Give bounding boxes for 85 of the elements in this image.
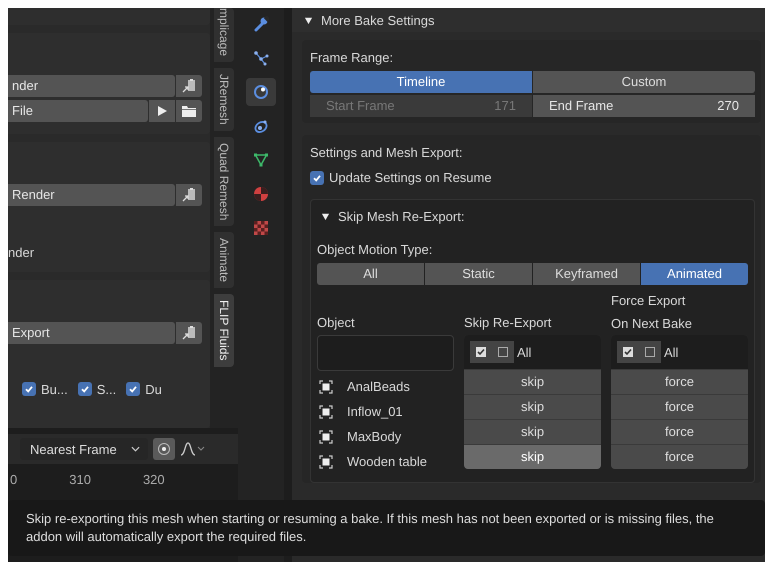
checkbox[interactable] bbox=[78, 382, 92, 396]
frame-number: 310 bbox=[69, 472, 91, 487]
all-label: All bbox=[664, 344, 678, 360]
force-button[interactable]: force bbox=[611, 420, 748, 444]
object-name: AnalBeads bbox=[347, 379, 410, 394]
frame-range-label: Frame Range: bbox=[310, 50, 394, 65]
render-button[interactable]: Render bbox=[8, 184, 175, 206]
check-all-icon[interactable] bbox=[617, 341, 639, 363]
nodes-icon bbox=[253, 50, 269, 66]
panel-title: More Bake Settings bbox=[321, 12, 434, 28]
interpolation-dropdown[interactable]: Nearest Frame bbox=[20, 438, 148, 460]
checkbox-label: Bu... bbox=[41, 382, 68, 397]
check-all-icon[interactable] bbox=[470, 341, 492, 363]
force-button[interactable]: force bbox=[611, 370, 748, 394]
expanded-triangle-icon bbox=[321, 212, 330, 221]
frame-number: 0 bbox=[10, 472, 18, 487]
object-icon bbox=[319, 380, 333, 394]
checkbox[interactable] bbox=[126, 382, 140, 396]
skip-button[interactable]: skip bbox=[464, 420, 601, 444]
object-icon bbox=[319, 404, 333, 418]
column-header: On Next Bake bbox=[611, 316, 693, 331]
checkbox-label: Update Settings on Resume bbox=[329, 170, 492, 185]
clipboard-arrow-icon[interactable] bbox=[181, 78, 197, 94]
orbit-icon bbox=[253, 84, 269, 100]
side-tab[interactable]: Animate bbox=[214, 232, 234, 288]
falloff-curve-icon[interactable] bbox=[180, 442, 206, 456]
wrench-icon bbox=[253, 16, 269, 32]
uncheck-all-icon[interactable] bbox=[639, 341, 661, 363]
checkbox-label: S... bbox=[96, 382, 116, 397]
checker-icon bbox=[253, 220, 269, 236]
tooltip: Skip re-exporting this mesh when starting or resuming a bake. If this mesh has not been exported or is missing files, the addon will automatically export the required files. bbox=[8, 500, 765, 556]
panel-header[interactable]: More Bake Settings bbox=[292, 8, 765, 32]
triangle-icon bbox=[253, 152, 269, 168]
render-label: nder bbox=[8, 244, 36, 260]
uncheck-all-icon[interactable] bbox=[492, 341, 514, 363]
force-button[interactable]: force bbox=[611, 395, 748, 419]
checkmark-icon bbox=[128, 384, 138, 394]
skip-button[interactable]: skip bbox=[464, 445, 601, 469]
physics-tab[interactable] bbox=[246, 78, 276, 106]
skip-button[interactable]: skip bbox=[464, 395, 601, 419]
side-tab[interactable]: JRemesh bbox=[214, 68, 234, 131]
side-tab[interactable]: FLIP Fluids bbox=[214, 294, 234, 367]
motion-type-label: Object Motion Type: bbox=[317, 242, 434, 257]
file-field[interactable]: File bbox=[8, 100, 148, 122]
clipboard-arrow-icon[interactable] bbox=[181, 186, 197, 203]
skip-button[interactable]: skip bbox=[464, 370, 601, 394]
column-header: Force Export bbox=[611, 293, 686, 308]
range-mode-button[interactable]: Custom bbox=[533, 71, 755, 93]
subpanel-title: Skip Mesh Re-Export: bbox=[338, 209, 464, 224]
object-name: Wooden table bbox=[347, 454, 427, 469]
render-button[interactable]: nder bbox=[8, 74, 175, 97]
filter-field[interactable] bbox=[317, 335, 454, 371]
export-button[interactable]: Export bbox=[8, 322, 175, 344]
motion-type-button[interactable]: Animated bbox=[641, 263, 748, 285]
checkbox[interactable] bbox=[310, 170, 324, 184]
side-tab[interactable]: mplicage bbox=[214, 8, 234, 62]
object-icon bbox=[319, 430, 333, 444]
snap-toggle-icon[interactable] bbox=[153, 438, 175, 460]
checkbox[interactable] bbox=[22, 382, 36, 396]
folder-icon[interactable] bbox=[181, 104, 197, 118]
frame-number: 320 bbox=[142, 472, 165, 487]
column-header: Skip Re-Export bbox=[464, 315, 552, 332]
play-icon[interactable] bbox=[156, 104, 168, 117]
column-header: Object bbox=[317, 315, 356, 332]
force-button[interactable]: force bbox=[611, 445, 748, 469]
object-icon bbox=[319, 454, 333, 468]
settings-label: Settings and Mesh Export: bbox=[310, 145, 464, 160]
clipboard-arrow-icon[interactable] bbox=[181, 324, 197, 341]
object-name: MaxBody bbox=[347, 429, 402, 444]
object-name: Inflow_01 bbox=[347, 404, 403, 419]
expanded-triangle-icon bbox=[304, 16, 313, 24]
range-mode-button[interactable]: Timeline bbox=[310, 71, 532, 93]
motion-type-button[interactable]: All bbox=[317, 263, 424, 285]
subpanel-header[interactable]: Skip Mesh Re-Export: bbox=[317, 206, 748, 238]
checkmark-icon bbox=[80, 384, 90, 394]
checkmark-icon bbox=[24, 384, 34, 394]
motion-type-button[interactable]: Keyframed bbox=[533, 263, 640, 285]
checkmark-icon bbox=[312, 172, 322, 182]
caret-icon bbox=[131, 446, 140, 452]
motion-type-button[interactable]: Static bbox=[425, 263, 532, 285]
checkbox-label: Du bbox=[145, 382, 162, 397]
sphere-icon bbox=[253, 186, 269, 202]
all-label: All bbox=[517, 344, 532, 360]
end-frame-field[interactable]: End Frame 270 bbox=[533, 95, 755, 117]
side-tab[interactable]: Quad Remesh bbox=[214, 136, 234, 226]
